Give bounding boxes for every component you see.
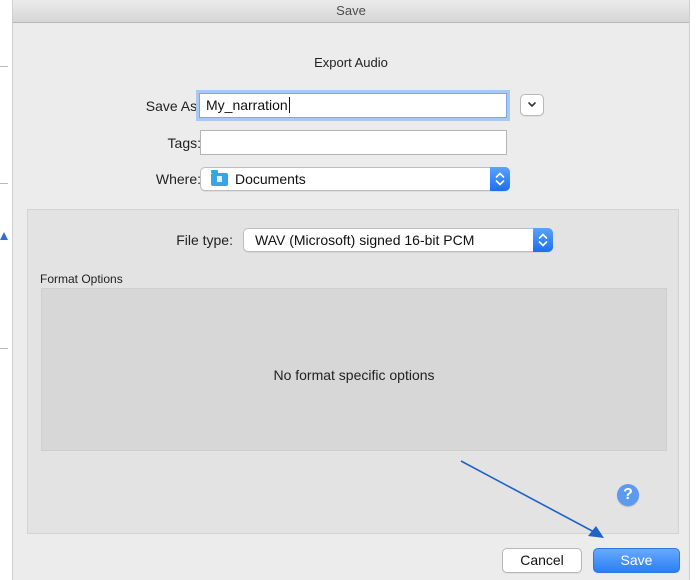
format-options-box: No format specific options	[41, 288, 667, 451]
folder-icon	[211, 170, 228, 186]
no-options-message: No format specific options	[273, 367, 435, 383]
tags-label: Tags:	[167, 135, 201, 151]
save-as-value: My_narration	[206, 97, 290, 113]
save-as-field[interactable]: My_narration	[199, 93, 507, 118]
where-label: Where:	[155, 171, 201, 187]
where-value: Documents	[235, 171, 306, 187]
background-window-edge	[0, 0, 12, 580]
format-options-label: Format Options	[40, 272, 123, 286]
file-type-popup[interactable]: WAV (Microsoft) signed 16-bit PCM	[243, 228, 553, 252]
chevron-down-icon	[528, 102, 536, 108]
save-as-label: Save As:	[145, 98, 201, 114]
save-dialog: Save Export Audio Save As: My_narration …	[12, 0, 690, 580]
help-icon[interactable]: ?	[617, 484, 639, 506]
dialog-subtitle: Export Audio	[314, 55, 388, 70]
file-type-label: File type:	[176, 232, 233, 248]
tags-field[interactable]	[200, 130, 507, 155]
cancel-button[interactable]: Cancel	[502, 548, 582, 573]
background-tick	[0, 66, 8, 67]
window-title: Save	[13, 0, 689, 23]
file-type-value: WAV (Microsoft) signed 16-bit PCM	[255, 232, 475, 248]
background-tick	[0, 183, 8, 184]
expand-button[interactable]	[520, 94, 544, 116]
options-panel: File type: WAV (Microsoft) signed 16-bit…	[27, 209, 679, 534]
annotation-arrowhead-left	[0, 232, 8, 240]
background-tick	[0, 348, 8, 349]
up-down-stepper-icon	[490, 167, 510, 191]
save-button[interactable]: Save	[593, 548, 680, 573]
up-down-stepper-icon	[533, 228, 553, 252]
where-popup[interactable]: Documents	[200, 167, 510, 191]
